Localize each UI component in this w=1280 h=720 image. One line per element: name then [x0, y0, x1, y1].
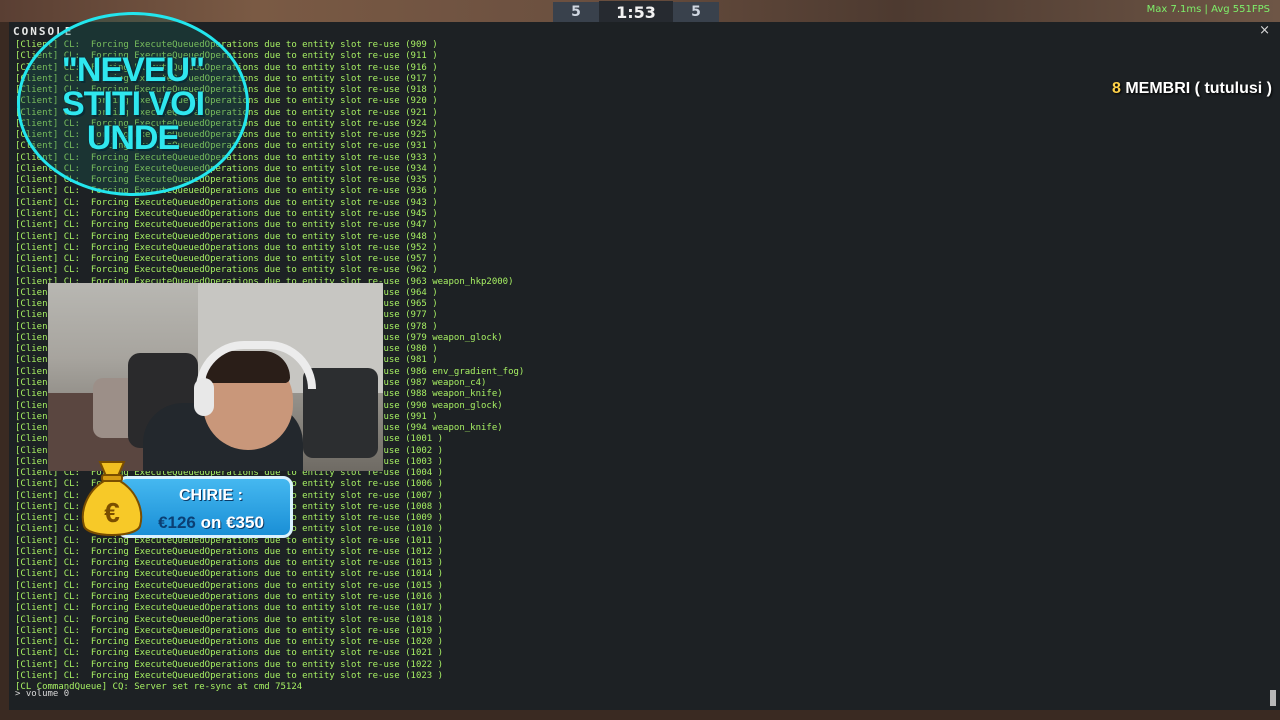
console-line: [Client] CL: Forcing ExecuteQueuedOperat… [15, 625, 444, 636]
console-line: [Client] CL: Forcing ExecuteQueuedOperat… [15, 208, 438, 219]
fps-readout: Max 7.1ms | Avg 551FPS [1146, 4, 1270, 15]
console-input[interactable]: > volume 0 [15, 689, 69, 699]
donation-current: €126 [158, 513, 196, 532]
members-label: MEMBRI ( tutulusi ) [1120, 80, 1272, 97]
console-line: [Client] CL: Forcing ExecuteQueuedOperat… [15, 580, 444, 591]
badge-line: "NEVEU" [61, 51, 205, 89]
console-line: [Client] CL: Forcing ExecuteQueuedOperat… [15, 648, 444, 659]
console-line: [Client] CL: Forcing ExecuteQueuedOperat… [15, 659, 444, 670]
console-line: [Client] CL: Forcing ExecuteQueuedOperat… [15, 265, 438, 276]
console-line: [Client] CL: Forcing ExecuteQueuedOperat… [15, 231, 438, 242]
badge-line: STITI VOI [61, 85, 205, 123]
console-line: [Client] CL: Forcing ExecuteQueuedOperat… [15, 220, 438, 231]
console-line: [Client] CL: Forcing ExecuteQueuedOperat… [15, 197, 438, 208]
badge-line: UNDE [86, 119, 180, 157]
console-line: [Client] CL: Forcing ExecuteQueuedOperat… [15, 670, 444, 681]
members-count: 8 [1112, 80, 1121, 97]
console-line: [Client] CL: Forcing ExecuteQueuedOperat… [15, 546, 444, 557]
console-line: [Client] CL: Forcing ExecuteQueuedOperat… [15, 558, 444, 569]
console-line: [Client] CL: Forcing ExecuteQueuedOperat… [15, 614, 444, 625]
team-left-score: 5 [553, 2, 599, 22]
console-line: [Client] CL: Forcing ExecuteQueuedOperat… [15, 592, 444, 603]
webcam-overlay [48, 283, 383, 471]
members-counter: 8 MEMBRI ( tutulusi ) [1112, 80, 1272, 98]
neveu-badge: "NEVEU" STITI VOI UNDE [17, 12, 249, 196]
scrollbar[interactable] [1270, 690, 1276, 706]
round-timer: 1:53 [599, 1, 673, 23]
console-line: [CL CommandQueue] CQ: Server set re-sync… [15, 682, 303, 693]
console-line: [Client] CL: Forcing ExecuteQueuedOperat… [15, 242, 438, 253]
console-line: [Client] CL: Forcing ExecuteQueuedOperat… [15, 569, 444, 580]
close-icon[interactable]: × [1259, 23, 1270, 38]
team-right-score: 5 [673, 2, 719, 22]
money-bag-icon: € [81, 461, 143, 536]
console-line: [Client] CL: Forcing ExecuteQueuedOperat… [15, 254, 438, 265]
svg-text:€: € [104, 497, 120, 528]
scoreboard: 5 1:53 5 [553, 1, 719, 23]
donation-target: on €350 [195, 513, 264, 532]
console-line: [Client] CL: Forcing ExecuteQueuedOperat… [15, 603, 444, 614]
console-line: [Client] CL: Forcing ExecuteQueuedOperat… [15, 186, 438, 197]
console-line: [Client] CL: Forcing ExecuteQueuedOperat… [15, 637, 444, 648]
